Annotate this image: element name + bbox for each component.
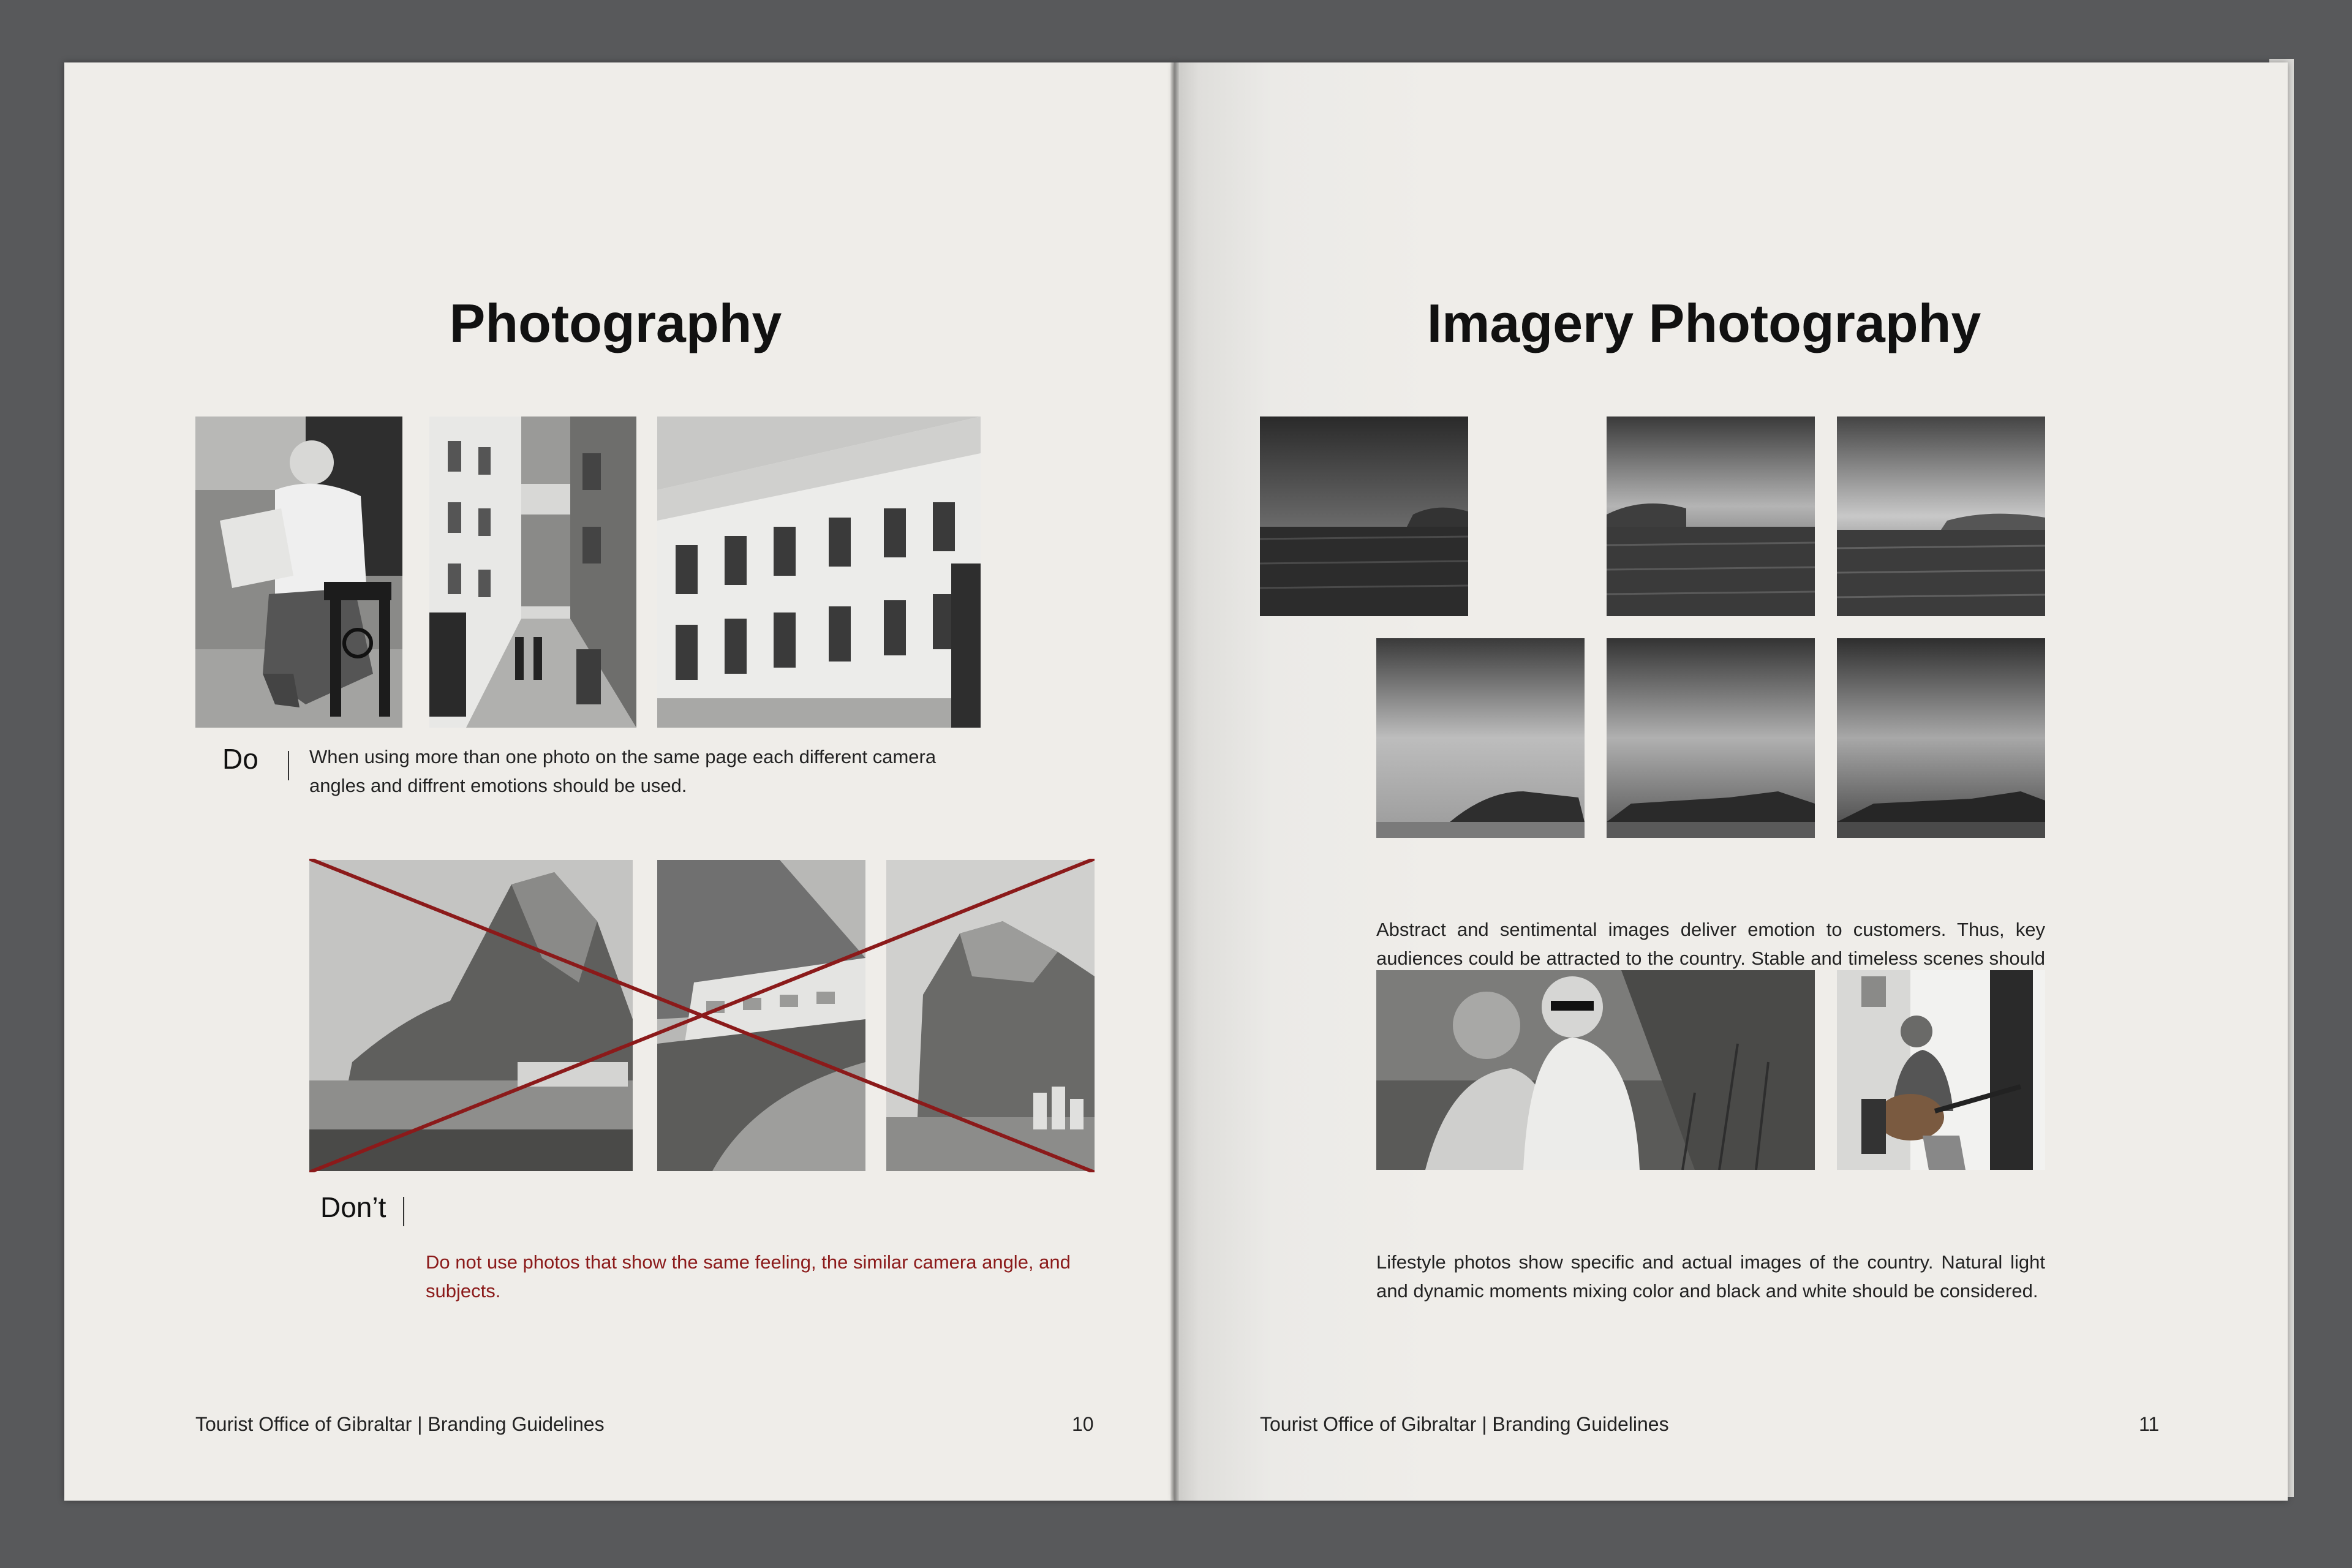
- do-description: When using more than one photo on the sa…: [309, 746, 937, 796]
- photo-cloudy-rock-a: [1376, 638, 1585, 838]
- dont-divider: [403, 1197, 404, 1226]
- photo-seascape-clouds-b: [1837, 417, 2045, 616]
- right-page: Imagery Photography Abstract and sentime…: [1174, 62, 2288, 1501]
- lifestyle-description: Lifestyle photos show specific and actua…: [1376, 1251, 2045, 1302]
- page-number: 10: [1072, 1413, 1094, 1435]
- page-title: Photography: [449, 293, 782, 353]
- dont-description: Do not use photos that show the same fee…: [426, 1251, 1071, 1302]
- dont-label: Don’t: [320, 1191, 386, 1223]
- footer-text: Tourist Office of Gibraltar | Branding G…: [1260, 1413, 1669, 1435]
- do-divider: [288, 751, 289, 780]
- spine-shadow: [1170, 62, 1179, 1501]
- brochure-spread: Photography Do When using more than one …: [64, 59, 2294, 1501]
- photo-cloudy-rock-b: [1607, 638, 1815, 838]
- photo-building-facade: [657, 417, 981, 728]
- photo-seascape-dark: [1260, 417, 1468, 616]
- photo-man-on-bench: [195, 417, 402, 728]
- left-page: Photography Do When using more than one …: [64, 62, 1174, 1501]
- photo-lifestyle-guitarist: [1837, 970, 2045, 1170]
- photo-lifestyle-couple: [1376, 970, 1815, 1170]
- page-number: 11: [2139, 1413, 2160, 1435]
- dont-cross-mark: [309, 859, 1095, 1172]
- photo-cloudy-rock-c: [1837, 638, 2045, 838]
- footer-text: Tourist Office of Gibraltar | Branding G…: [195, 1413, 605, 1435]
- page-title: Imagery Photography: [1427, 293, 1981, 353]
- photo-seascape-clouds-a: [1607, 417, 1815, 616]
- photo-street-alley: [429, 417, 636, 728]
- do-label: Do: [222, 743, 258, 775]
